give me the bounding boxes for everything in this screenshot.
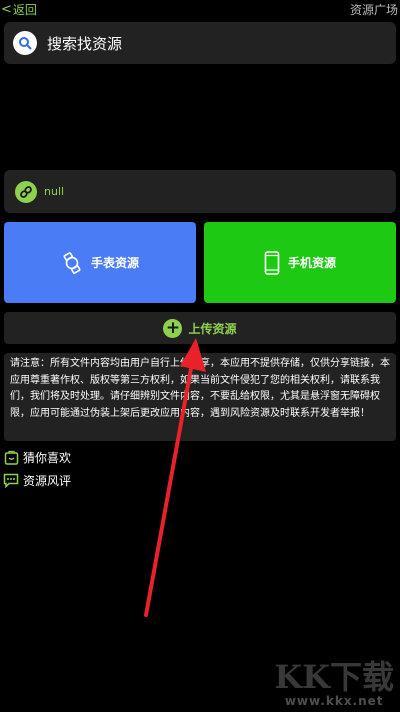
resource-reviews-label: 资源风评 <box>23 474 72 488</box>
back-label: 返回 <box>12 3 37 17</box>
link-icon <box>15 180 37 203</box>
back-button[interactable]: < 返回 <box>1 1 37 18</box>
status-bar[interactable]: null <box>4 170 396 213</box>
search-bar[interactable]: 搜索找资源 <box>4 22 396 64</box>
watermark-mark: KK下载 <box>274 658 394 696</box>
top-bar: < 返回 资源广场 <box>0 0 400 20</box>
watch-resources-button[interactable]: 手表资源 <box>4 222 196 303</box>
page-title: 资源广场 <box>349 3 398 17</box>
bag-icon <box>3 450 19 466</box>
status-label: null <box>44 185 65 198</box>
phone-resources-label: 手机资源 <box>287 256 336 270</box>
plus-icon: + <box>163 318 183 338</box>
upload-label: 上传资源 <box>188 321 237 336</box>
search-icon <box>13 31 37 55</box>
guess-you-like-link[interactable]: 猜你喜欢 <box>3 449 71 466</box>
resource-reviews-link[interactable]: 资源风评 <box>3 472 71 489</box>
watch-resources-label: 手表资源 <box>90 256 139 270</box>
comment-icon <box>3 473 19 489</box>
upload-resource-button[interactable]: + 上传资源 <box>4 312 396 344</box>
chevron-left-icon: < <box>1 2 12 17</box>
watch-icon <box>61 251 83 274</box>
phone-resources-button[interactable]: 手机资源 <box>204 222 396 303</box>
watermark-url: www.kkx.net <box>284 694 384 708</box>
watermark: KK下载 www.kkx.net <box>274 660 394 708</box>
disclaimer-notice: 请注意：所有文件内容均由用户自行上传分享，本应用不提供存储，仅供分享链接，本应用… <box>4 353 396 441</box>
search-label: 搜索找资源 <box>47 34 123 53</box>
phone-icon <box>264 250 280 275</box>
guess-you-like-label: 猜你喜欢 <box>23 451 72 465</box>
